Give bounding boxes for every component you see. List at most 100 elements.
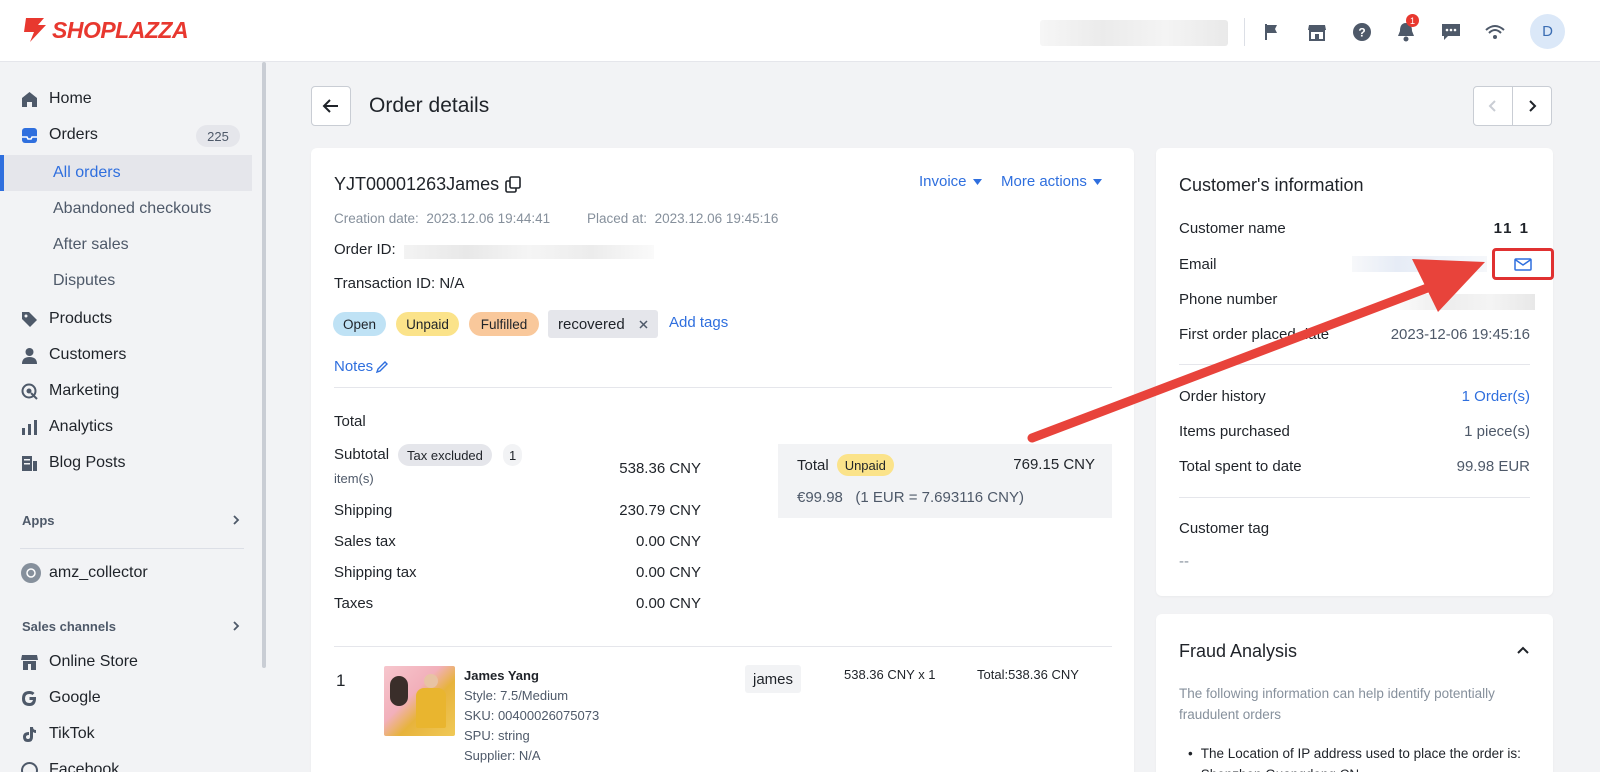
total-label-row: Total Unpaid [797,454,894,476]
sidebar-item-all-orders[interactable]: All orders [53,155,121,191]
creation-date: Creation date: 2023.12.06 19:44:41 [334,211,550,226]
sidebar-item-label: Customers [49,346,127,363]
sales-channels-chevron-icon[interactable] [230,620,242,632]
first-order-label: First order placed date [1179,326,1330,343]
sidebar-item-after-sales[interactable]: After sales [53,227,129,263]
items-purchased-label: Items purchased [1179,423,1290,440]
home-icon [20,90,38,108]
sidebar-item-home[interactable]: Home [20,81,92,117]
customer-tag-value: -- [1179,553,1189,570]
item-count-pill: 1 [503,444,523,466]
send-email-button[interactable] [1492,248,1554,280]
sidebar-item-marketing[interactable]: Marketing [20,373,119,409]
taxes-label: Taxes [334,595,374,612]
sidebar-item-label: Google [49,689,101,706]
customer-card-title: Customer's information [1179,175,1364,195]
sidebar-item-analytics[interactable]: Analytics [20,409,113,445]
person-icon [20,346,38,364]
sidebar-item-app[interactable]: amz_collector [20,555,148,591]
product-thumbnail[interactable] [384,666,455,736]
sidebar-item-facebook[interactable]: Facebook [20,752,119,772]
line-price-qty: 538.36 CNY x 1 [844,667,936,682]
sidebar-item-abandoned-checkouts[interactable]: Abandoned checkouts [53,191,211,227]
previous-order-button[interactable] [1473,86,1513,126]
sidebar-item-label: amz_collector [49,564,148,581]
add-tags-link[interactable]: Add tags [669,314,728,331]
sidebar-scrollbar[interactable] [262,62,266,668]
store-icon[interactable] [1305,20,1329,44]
notes-label: Notes [334,358,374,375]
transaction-id: Transaction ID: N/A [334,275,465,292]
sidebar-item-online-store[interactable]: Online Store [20,644,138,680]
sidebar-item-tiktok[interactable]: TikTok [20,716,95,752]
help-icon[interactable]: ? [1350,20,1374,44]
fraud-description: The following information can help ident… [1179,686,1495,722]
sidebar-item-google[interactable]: Google [20,680,101,716]
logo-mark-icon [24,18,46,42]
notes-link[interactable]: Notes [334,358,389,375]
phone-label: Phone number [1179,291,1278,308]
chat-icon[interactable] [1439,20,1463,44]
total-label: Total [797,456,829,474]
mail-icon [1514,257,1532,271]
arrow-left-icon [322,99,338,113]
sidebar-item-customers[interactable]: Customers [20,337,126,373]
avatar[interactable]: D [1530,14,1565,49]
chevron-left-icon [1488,100,1496,112]
placed-date: Placed at: 2023.12.06 19:45:16 [587,211,778,226]
phone-redacted [1400,294,1535,310]
apps-section-header[interactable]: Apps [22,513,55,528]
shipping-label: Shipping [334,502,393,519]
divider [334,646,1112,647]
svg-text:?: ? [1358,26,1365,40]
flag-icon[interactable] [1260,20,1284,44]
sidebar-item-label: Marketing [49,382,120,399]
blog-icon [20,454,38,472]
store-icon [20,653,38,671]
order-number-text: YJT00001263James [334,174,500,194]
next-order-button[interactable] [1512,86,1552,126]
sidebar-item-label: TikTok [49,725,95,742]
sidebar-item-orders[interactable]: Orders [20,117,98,153]
product-spu: SPU: string [464,728,530,743]
marketing-icon [20,382,38,400]
order-tag-recovered: recovered [548,310,658,338]
product-name[interactable]: James Yang [464,668,539,683]
sidebar-item-blog-posts[interactable]: Blog Posts [20,445,125,481]
more-actions-dropdown[interactable]: More actions [1001,173,1102,190]
item-count-suffix: item(s) [334,471,374,486]
divider [334,387,1112,388]
invoice-dropdown[interactable]: Invoice [919,173,982,190]
sales-channels-header[interactable]: Sales channels [22,619,116,634]
store-selector-redacted[interactable] [1040,20,1228,46]
chevron-up-icon[interactable] [1516,645,1530,655]
back-button[interactable] [311,86,351,126]
order-number: YJT00001263James [334,174,522,195]
chevron-right-icon [1529,100,1537,112]
customer-tag-label: Customer tag [1179,520,1270,537]
sidebar-item-products[interactable]: Products [20,301,112,337]
order-history-link[interactable]: 1 Order(s) [1462,388,1530,405]
sidebar-item-label: Orders [49,126,98,143]
caret-down-icon [972,178,982,185]
creation-date-value: 2023.12.06 19:44:41 [426,211,551,226]
copy-icon[interactable] [505,176,522,193]
top-bar: SHOPLAZZA ? 1 D [0,0,1600,62]
product-style: Style: 7.5/Medium [464,688,569,703]
tag-icon [20,310,38,328]
vendor-tag: james [745,665,802,693]
sales-tax-label: Sales tax [334,533,396,550]
sidebar-item-label: Products [49,310,113,327]
placed-date-value: 2023.12.06 19:45:16 [654,211,779,226]
bar-chart-icon [20,418,38,436]
shipping-tax-label: Shipping tax [334,564,417,581]
remove-tag-icon[interactable] [639,319,648,329]
sidebar-item-disputes[interactable]: Disputes [53,263,115,299]
app-icon [20,562,42,584]
wifi-icon[interactable] [1483,20,1507,44]
total-spent-value: 99.98 EUR [1456,458,1530,475]
customer-name-value: 11 1 [1493,220,1530,237]
brand-logo[interactable]: SHOPLAZZA [22,16,189,44]
apps-chevron-icon[interactable] [230,514,242,526]
orders-count-badge: 225 [196,125,240,147]
